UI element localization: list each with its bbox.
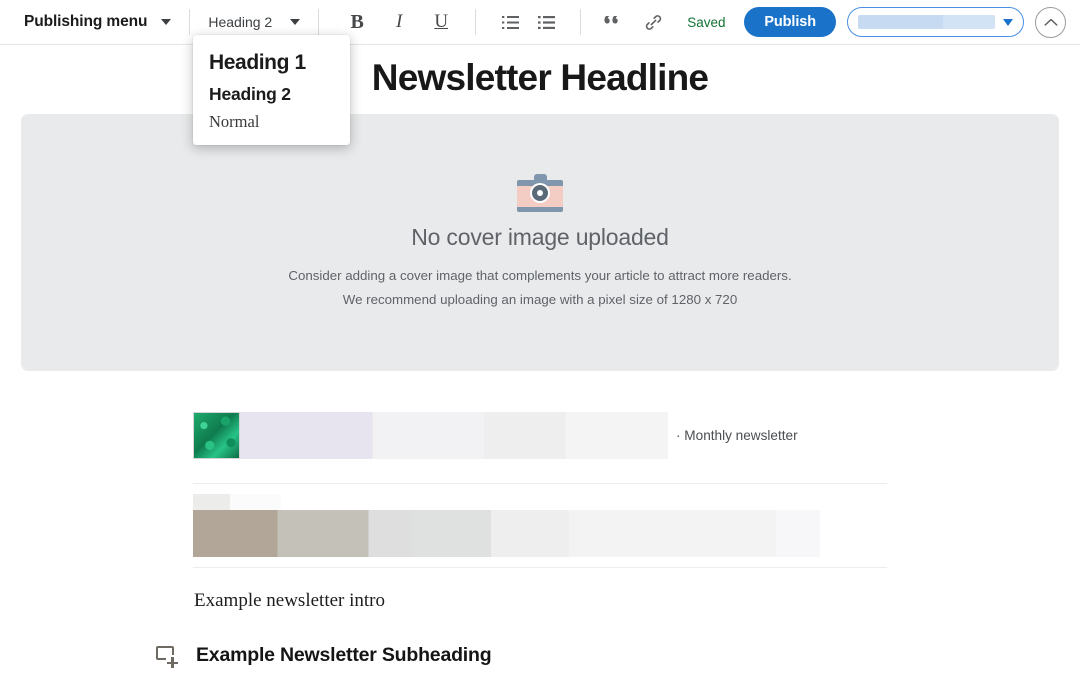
save-status: Saved <box>687 14 726 30</box>
ordered-list-icon[interactable] <box>498 9 522 35</box>
toolbar-divider <box>475 9 477 35</box>
newsletter-label: · Monthly newsletter <box>676 428 798 443</box>
content-divider <box>193 483 887 484</box>
style-option-heading-2[interactable]: Heading 2 <box>193 80 350 108</box>
bold-button[interactable]: B <box>345 9 369 35</box>
subheading-text[interactable]: Example Newsletter Subheading <box>196 644 492 667</box>
block-skeleton-top <box>193 494 281 510</box>
cover-image-placeholder[interactable]: No cover image uploaded Consider adding … <box>21 114 1059 371</box>
unordered-list-icon[interactable] <box>534 9 558 35</box>
camera-icon <box>517 174 563 213</box>
editor-toolbar: Publishing menu Heading 2 B I U Saved Pu… <box>0 0 1080 45</box>
italic-button[interactable]: I <box>387 9 411 35</box>
author-thumbnail[interactable] <box>193 412 240 459</box>
style-option-heading-1[interactable]: Heading 1 <box>193 47 350 80</box>
style-option-normal[interactable]: Normal <box>193 108 350 135</box>
publishing-menu-button[interactable]: Publishing menu <box>24 13 172 31</box>
underline-button[interactable]: U <box>429 9 453 35</box>
toolbar-right-cluster: Publish <box>744 6 1066 38</box>
publish-button[interactable]: Publish <box>744 7 836 37</box>
publishing-menu-label: Publishing menu <box>24 13 148 30</box>
cover-placeholder-subtitle-line1: Consider adding a cover image that compl… <box>288 268 792 284</box>
byline-row: · Monthly newsletter <box>193 412 798 459</box>
publication-loading-skeleton <box>858 15 995 29</box>
byline-loading-skeleton <box>240 412 668 459</box>
cover-placeholder-title: No cover image uploaded <box>411 224 669 251</box>
text-format-group: B I U <box>345 9 453 35</box>
block-skeleton-main <box>193 510 820 557</box>
insert-group <box>601 9 665 35</box>
intro-paragraph[interactable]: Example newsletter intro <box>194 590 385 612</box>
chevron-down-icon <box>161 19 172 25</box>
link-icon[interactable] <box>641 9 665 35</box>
cover-placeholder-subtitle-line2: We recommend uploading an image with a p… <box>342 291 738 307</box>
article-headline[interactable]: Newsletter Headline <box>21 57 1059 99</box>
collapse-toolbar-button[interactable] <box>1035 6 1066 38</box>
chevron-down-icon <box>290 19 301 25</box>
publication-select[interactable] <box>847 7 1024 37</box>
text-style-select[interactable]: Heading 2 <box>208 14 301 30</box>
text-style-value: Heading 2 <box>208 14 273 30</box>
text-style-dropdown: Heading 1 Heading 2 Normal <box>193 35 350 146</box>
toolbar-divider <box>189 9 191 35</box>
toolbar-divider <box>318 9 320 35</box>
content-divider <box>193 567 887 568</box>
quote-icon[interactable] <box>601 9 625 35</box>
list-format-group <box>498 9 558 35</box>
insert-block-icon[interactable] <box>155 643 180 669</box>
embedded-block-skeleton[interactable] <box>193 494 820 557</box>
toolbar-divider <box>580 9 582 35</box>
chevron-up-icon <box>1043 18 1058 26</box>
subheading-row: Example Newsletter Subheading <box>155 643 492 669</box>
chevron-down-icon <box>1003 18 1013 26</box>
